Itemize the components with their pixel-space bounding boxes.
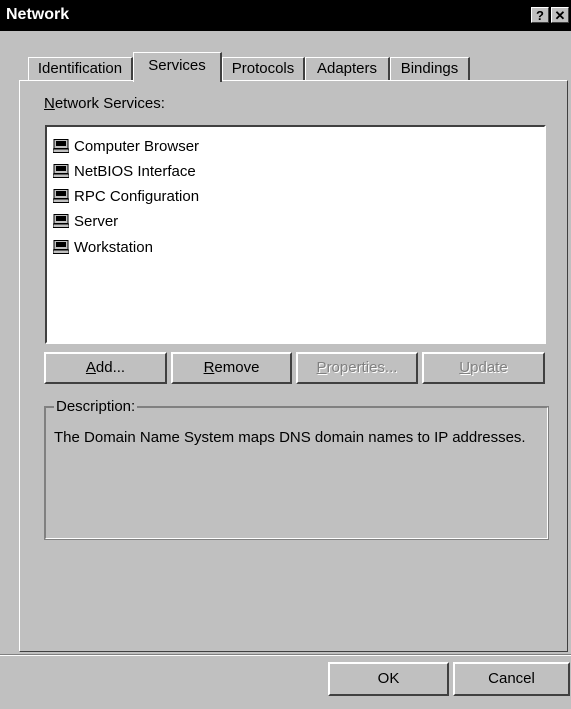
item-label: Server [74,213,119,230]
title-bar[interactable]: Network ? ✕ [0,0,571,31]
computer-icon [52,189,70,204]
update-button[interactable]: Update [422,352,545,384]
tab-identification[interactable]: Identification [28,57,133,81]
computer-icon [52,214,70,229]
tab-label: Services [148,57,206,74]
button-label: pdate [470,359,508,376]
description-group: Description: The Domain Name System maps… [44,398,549,540]
help-button[interactable]: ? [531,7,549,23]
tab-label: Protocols [231,60,295,77]
network-services-label: Network Services: [44,95,165,112]
tab-protocols[interactable]: Protocols [222,57,305,81]
button-label: roperties... [326,359,398,376]
tab-adapters[interactable]: Adapters [305,57,390,81]
tab-label: Identification [37,60,123,77]
description-text: The Domain Name System maps DNS domain n… [54,429,526,446]
mnemonic: R [203,359,215,376]
list-item[interactable]: NetBIOS Interface [52,162,196,182]
item-label: RPC Configuration [74,188,200,205]
mnemonic: A [85,359,96,376]
mnemonic: P [316,359,327,376]
button-label: dd... [95,359,126,376]
divider [0,654,571,656]
close-button[interactable]: ✕ [551,7,569,23]
list-item[interactable]: Server [52,212,119,232]
tab-bindings[interactable]: Bindings [390,57,470,81]
computer-icon [52,164,70,179]
item-label: Workstation [74,239,153,256]
add-button[interactable]: Add... [44,352,167,384]
button-label: emove [214,359,260,376]
mnemonic: U [459,359,471,376]
cancel-button[interactable]: Cancel [453,662,570,696]
network-services-list[interactable]: Computer Browser NetBIOS Interface RPC C… [45,125,546,344]
properties-button[interactable]: Properties... [296,352,418,384]
description-legend: Description: [54,398,138,415]
computer-icon [52,240,70,255]
tab-label: Adapters [316,60,378,77]
item-label: NetBIOS Interface [74,163,196,180]
list-item[interactable]: RPC Configuration [52,187,200,207]
computer-icon [52,139,70,154]
tab-label: Bindings [400,60,459,77]
remove-button[interactable]: Remove [171,352,292,384]
list-item[interactable]: Workstation [52,238,153,258]
label-rest: etwork Services: [54,95,165,112]
tab-services[interactable]: Services [133,52,222,82]
window-title: Network [6,6,70,23]
list-item[interactable]: Computer Browser [52,137,200,157]
ok-button[interactable]: OK [328,662,449,696]
item-label: Computer Browser [74,138,200,155]
mnemonic: N [44,95,55,112]
